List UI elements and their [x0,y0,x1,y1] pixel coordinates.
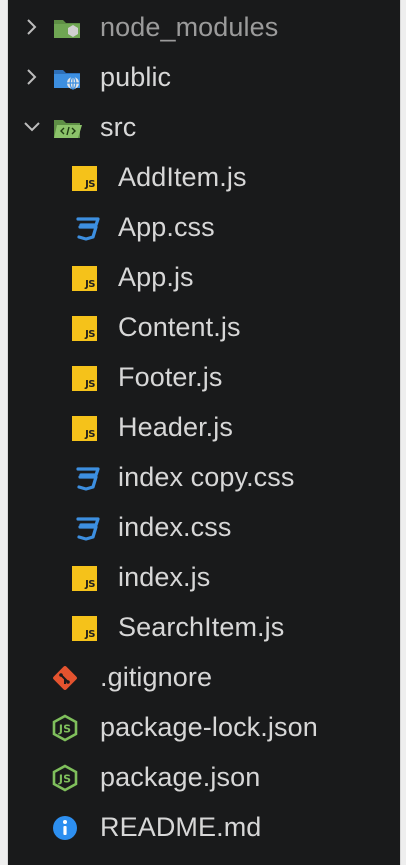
javascript-icon: JS [72,263,102,293]
css-icon [76,517,100,541]
tree-item-label: Header.js [118,412,233,442]
nodejs-icon: JS [52,714,78,742]
tree-item-file[interactable]: JS package.json [8,753,400,803]
tree-item-label: node_modules [100,12,279,42]
chevron-right-icon[interactable] [21,66,43,88]
tree-item-file[interactable]: index copy.css [8,453,400,503]
info-icon [53,816,77,840]
tree-item-label: .gitignore [100,662,213,692]
tree-item-node-modules[interactable]: node_modules [8,3,400,53]
git-icon [53,666,77,690]
tree-item-file[interactable]: JS App.js [8,253,400,303]
tree-item-label: public [100,62,172,92]
tree-item-label: index.css [118,512,232,542]
css-icon [76,217,100,241]
src-folder-icon [54,120,82,138]
tree-item-public[interactable]: public [8,53,400,103]
file-tree: node_modules public src JS AddItem.js Ap… [8,3,400,853]
tree-item-label: README.md [100,812,262,842]
chevron-right-icon[interactable] [21,16,43,38]
tree-item-label: package.json [100,762,261,792]
tree-item-label: index copy.css [118,462,295,492]
javascript-icon: JS [72,413,102,443]
javascript-icon: JS [72,313,102,343]
javascript-icon: JS [72,563,102,593]
tree-item-label: AddItem.js [118,162,247,192]
tree-item-label: App.css [118,212,215,242]
javascript-icon: JS [72,163,102,193]
tree-item-label: package-lock.json [100,712,318,742]
tree-item-file[interactable]: JS AddItem.js [8,153,400,203]
svg-text:JS: JS [58,773,71,786]
tree-item-file[interactable]: README.md [8,803,400,853]
public-folder-icon [54,70,80,90]
tree-item-file[interactable]: JS Header.js [8,403,400,453]
tree-item-label: index.js [118,562,211,592]
file-explorer-panel: node_modules public src JS AddItem.js Ap… [8,0,400,865]
javascript-icon: JS [72,363,102,393]
tree-item-file[interactable]: App.css [8,203,400,253]
tree-item-src[interactable]: src [8,103,400,153]
chevron-down-icon[interactable] [21,116,43,138]
css-icon [76,467,100,491]
tree-item-file[interactable]: JS index.js [8,553,400,603]
svg-text:JS: JS [58,723,71,736]
tree-item-file[interactable]: index.css [8,503,400,553]
javascript-icon: JS [72,613,102,643]
tree-item-label: App.js [118,262,194,292]
tree-item-file[interactable]: JS Content.js [8,303,400,353]
tree-item-label: SearchItem.js [118,612,285,642]
tree-item-label: Content.js [118,312,241,342]
node-folder-icon [54,20,80,38]
tree-item-file[interactable]: JS SearchItem.js [8,603,400,653]
tree-item-file[interactable]: .gitignore [8,653,400,703]
nodejs-icon: JS [52,764,78,792]
tree-item-label: src [100,112,137,142]
tree-item-label: Footer.js [118,362,223,392]
tree-item-file[interactable]: JS package-lock.json [8,703,400,753]
tree-item-file[interactable]: JS Footer.js [8,353,400,403]
